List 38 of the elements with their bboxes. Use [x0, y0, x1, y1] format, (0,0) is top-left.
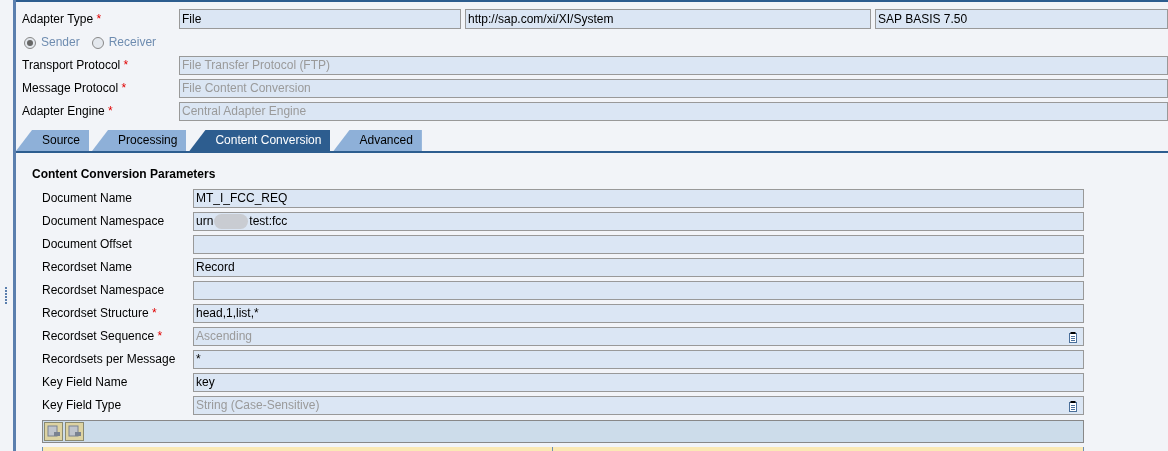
tab[interactable]: Content Conversion — [189, 130, 331, 151]
field-label: Key Field Name — [42, 375, 128, 389]
input-field[interactable]: MT_I_FCC_REQ — [193, 189, 1084, 208]
field-label: Transport Protocol * — [22, 58, 129, 72]
field-label: Document Name — [42, 191, 133, 205]
redaction-blur — [214, 214, 249, 229]
add-row-icon[interactable] — [44, 422, 63, 441]
input-field[interactable] — [193, 235, 1084, 254]
input-field[interactable]: File — [179, 9, 461, 29]
field-value: test:fcc — [249, 213, 288, 230]
field-value: urn — [196, 213, 214, 230]
input-field[interactable]: SAP BASIS 7.50 — [875, 9, 1168, 29]
tab[interactable]: Processing — [92, 130, 187, 151]
input-field[interactable]: head,1,list,* — [193, 304, 1084, 323]
field-label: Recordsets per Message — [42, 352, 176, 366]
input-field[interactable]: Record — [193, 258, 1084, 277]
input-field[interactable]: * — [193, 350, 1084, 369]
field-label: Document Namespace — [42, 214, 165, 228]
list-icon — [1069, 332, 1078, 343]
field-label: Key Field Type — [42, 398, 122, 412]
remove-row-icon[interactable] — [65, 422, 84, 441]
field-label: Recordset Namespace — [42, 283, 165, 297]
tab[interactable]: Advanced — [333, 130, 422, 151]
field-label: Recordset Sequence * — [42, 329, 163, 343]
input-field[interactable]: key — [193, 373, 1084, 392]
tab[interactable]: Source — [16, 130, 90, 151]
field-label: Recordset Structure * — [42, 306, 157, 320]
input-field[interactable] — [193, 281, 1084, 300]
field-label: Message Protocol * — [22, 81, 127, 95]
section-title: Content Conversion Parameters — [32, 167, 217, 182]
field-label: Adapter Engine * — [22, 104, 113, 118]
input-field[interactable]: urn test:fcc — [193, 212, 1084, 231]
list-icon — [1069, 401, 1078, 412]
field-label: Adapter Type * — [22, 11, 102, 26]
field-label: Document Offset — [42, 237, 132, 251]
input-field[interactable]: http://sap.com/xi/XI/System — [465, 9, 871, 29]
splitter-handle-icon[interactable] — [5, 286, 8, 305]
field-label: Recordset Name — [42, 260, 133, 274]
